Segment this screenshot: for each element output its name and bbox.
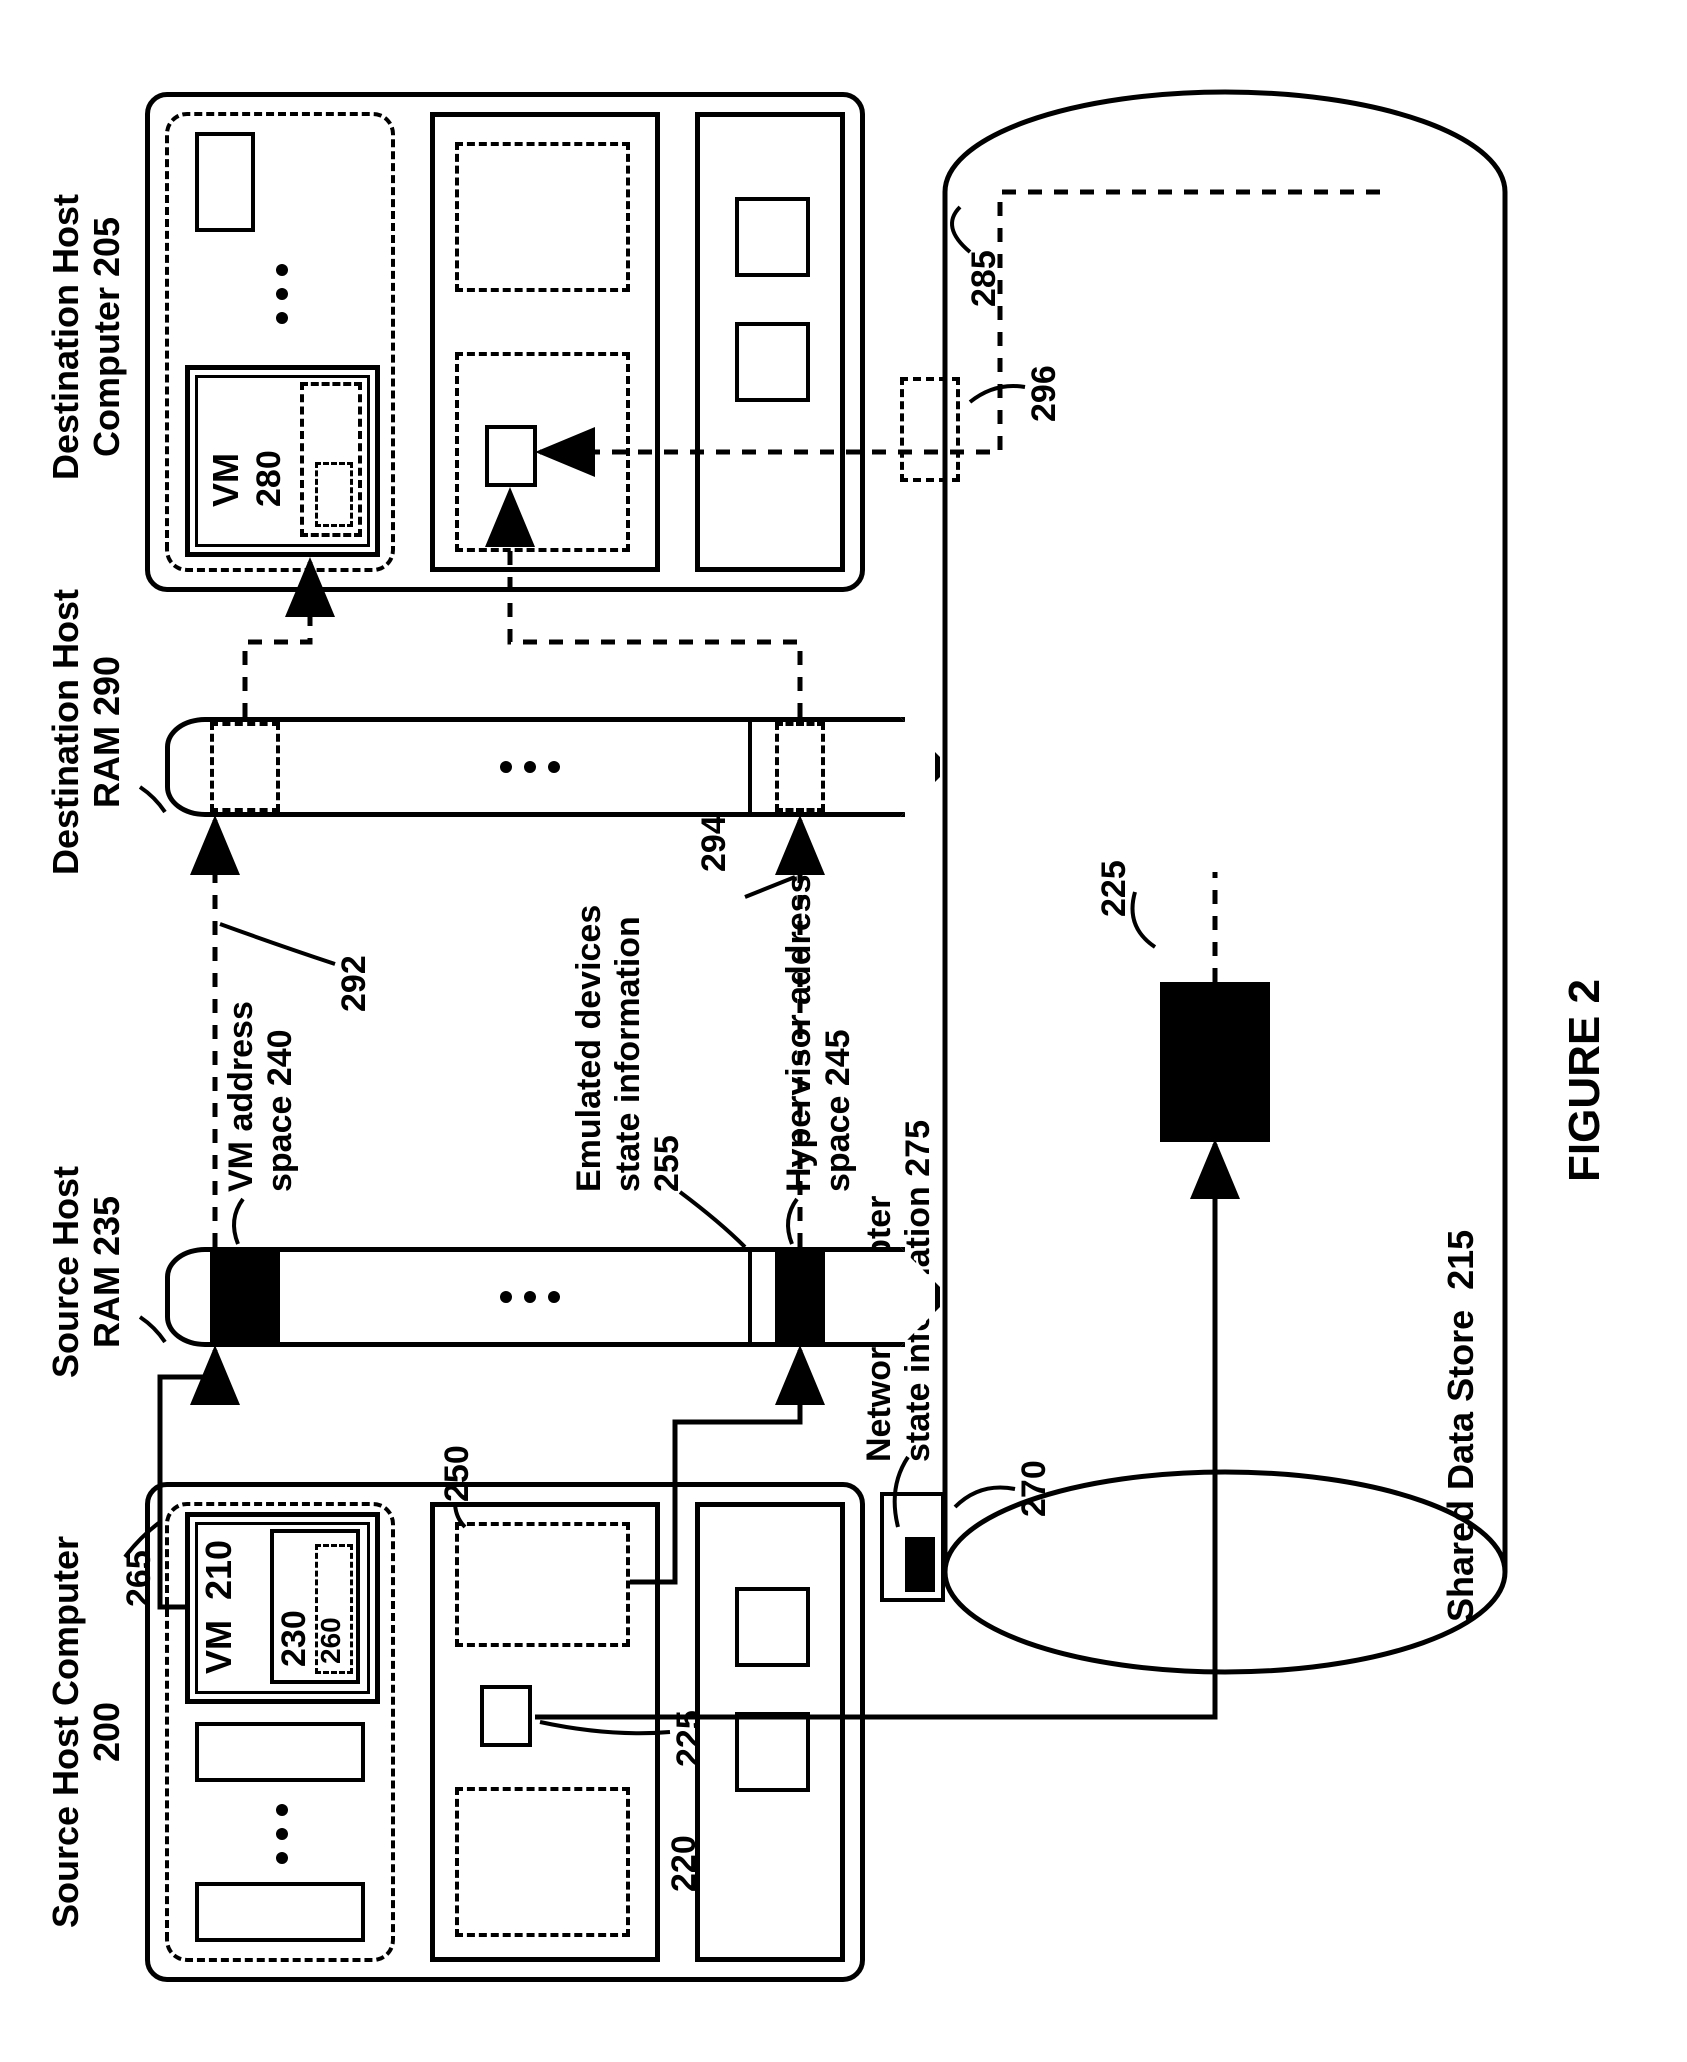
num-294: 294 bbox=[695, 815, 734, 872]
ram-vm-segment bbox=[210, 1252, 280, 1342]
figure-label: FIGURE 2 bbox=[1560, 979, 1611, 1182]
vdots-src-ram bbox=[500, 1290, 560, 1304]
dram-vm-segment bbox=[210, 722, 280, 812]
hyp-addr-label: Hypervisor addressspace 245 bbox=[780, 875, 858, 1193]
dst-net-adapter bbox=[900, 377, 960, 482]
box-225-vnic bbox=[480, 1685, 532, 1747]
ram-hyp-segment bbox=[775, 1252, 825, 1342]
num-250: 250 bbox=[438, 1445, 477, 1502]
num-296: 296 bbox=[1025, 365, 1064, 422]
source-host-title: Source Host Computer200 bbox=[45, 1507, 128, 1957]
dst-vnic-box bbox=[485, 425, 537, 487]
hdots-src bbox=[275, 1804, 289, 1864]
vm-addr-label: VM addressspace 240 bbox=[222, 1001, 300, 1192]
source-ram-title: Source HostRAM 235 bbox=[45, 1142, 128, 1402]
emu-label: Emulated devicesstate information255 bbox=[570, 905, 687, 1192]
box-280-inner2 bbox=[315, 462, 353, 527]
dst-box-right-dash bbox=[455, 142, 630, 292]
datastore-title: Shared Data Store 215 bbox=[1440, 1230, 1481, 1622]
box-220 bbox=[455, 1787, 630, 1937]
dram-hyp-segment bbox=[775, 722, 825, 812]
diagram-canvas: Shared Data Store 215 225 Source Host Co… bbox=[0, 375, 1687, 2062]
vdots-dst-ram bbox=[500, 760, 560, 774]
src-vm-box-2 bbox=[195, 1722, 365, 1782]
dest-ram-title: Destination HostRAM 290 bbox=[45, 582, 128, 882]
src-hw-2 bbox=[735, 1587, 810, 1667]
src-hw-1 bbox=[735, 1712, 810, 1792]
num-270: 270 bbox=[1015, 1460, 1054, 1517]
datastore-blob bbox=[1160, 982, 1270, 1142]
hdots-dst bbox=[275, 264, 289, 324]
num-230: 230 bbox=[275, 1610, 314, 1667]
num-265: 265 bbox=[120, 1550, 159, 1607]
vm-280-label: VM bbox=[205, 453, 246, 507]
box-250 bbox=[455, 1522, 630, 1647]
net-adapter-state bbox=[905, 1537, 935, 1592]
num-225b: 225 bbox=[1095, 860, 1134, 917]
dst-box-left-dash bbox=[455, 352, 630, 552]
num-292: 292 bbox=[335, 955, 374, 1012]
vm-210-label: VM 210 bbox=[198, 1522, 239, 1692]
dst-vm-box-r bbox=[195, 132, 255, 232]
num-260: 260 bbox=[315, 1617, 347, 1664]
num-285: 285 bbox=[965, 250, 1004, 307]
dst-hw-1 bbox=[735, 322, 810, 402]
dst-hw-2 bbox=[735, 197, 810, 277]
src-vm-box-1 bbox=[195, 1882, 365, 1942]
vm-280-num: 280 bbox=[250, 450, 289, 507]
dest-host-title: Destination HostComputer 205 bbox=[45, 137, 128, 537]
